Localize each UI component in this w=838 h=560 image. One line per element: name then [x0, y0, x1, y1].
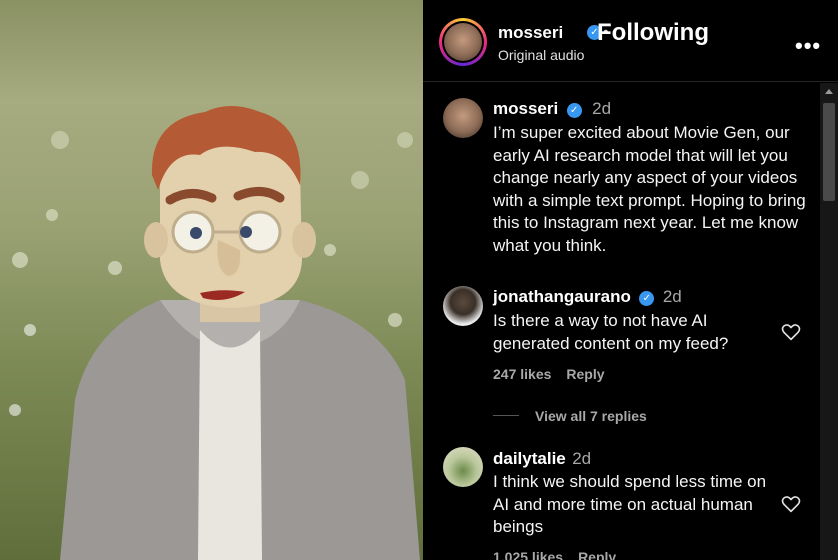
comments-list[interactable]: mosseri ✓ 2d I’m super excited about Mov…: [423, 83, 820, 560]
audio-link[interactable]: Original audio: [498, 47, 584, 63]
comments-panel: mosseri ✓ • Following Original audio •••…: [423, 0, 838, 560]
more-options-icon[interactable]: •••: [795, 33, 821, 59]
author-avatar[interactable]: [439, 18, 487, 66]
post-header: mosseri ✓ • Following Original audio •••: [423, 0, 838, 82]
comment-username[interactable]: mosseri: [493, 99, 558, 118]
avatar[interactable]: [443, 447, 483, 487]
heart-outline-icon[interactable]: [781, 323, 801, 341]
reel-video[interactable]: [0, 0, 423, 560]
comment-username[interactable]: jonathangaurano: [493, 287, 631, 306]
comment-age[interactable]: 2d: [572, 449, 591, 468]
verified-badge-icon: ✓: [566, 103, 582, 118]
avatar[interactable]: [443, 286, 483, 326]
reply-button[interactable]: Reply: [566, 366, 604, 382]
scroll-up-arrow-icon[interactable]: [825, 89, 833, 94]
comment-text: Is there a way to not have AI generated …: [493, 311, 729, 353]
heart-outline-icon[interactable]: [781, 495, 801, 513]
author-username[interactable]: mosseri: [498, 23, 563, 43]
scrollbar-thumb[interactable]: [823, 103, 835, 201]
replies-divider: [493, 415, 519, 416]
view-replies-button[interactable]: View all 7 replies: [535, 408, 647, 424]
comment-likes[interactable]: 1,025 likes: [493, 549, 563, 560]
comment-likes[interactable]: 247 likes: [493, 366, 551, 382]
video-frame-illustration: [9, 106, 420, 560]
comment-age[interactable]: 2d: [663, 287, 682, 306]
comments-scrollbar[interactable]: [820, 83, 838, 560]
comment-text: I think we should spend less time on AI …: [493, 472, 767, 536]
reply-button[interactable]: Reply: [578, 549, 616, 560]
comment-username[interactable]: dailytalie: [493, 449, 566, 468]
following-button[interactable]: Following: [597, 19, 709, 47]
comment-text: I’m super excited about Movie Gen, our e…: [493, 123, 806, 255]
comment-age[interactable]: 2d: [592, 99, 611, 118]
verified-badge-icon: ✓: [639, 291, 655, 306]
avatar[interactable]: [443, 98, 483, 138]
